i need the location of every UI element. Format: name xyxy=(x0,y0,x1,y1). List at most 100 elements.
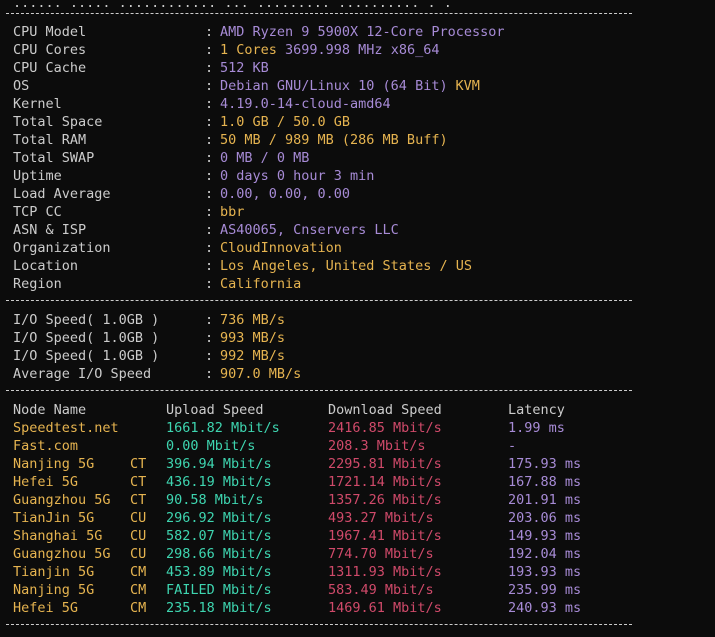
io-speed-value: 993 MB/s xyxy=(220,330,286,346)
system-info-label: Region xyxy=(13,276,62,292)
colon-separator: : xyxy=(205,168,214,184)
speedtest-isp: CU xyxy=(130,528,147,544)
speedtest-node-name: Shanghai 5G xyxy=(13,528,103,544)
colon-separator: : xyxy=(205,222,214,238)
system-info-value: California xyxy=(220,276,302,292)
system-info-value: 1 Cores 3699.998 MHz x86_64 xyxy=(220,42,440,58)
separator-line xyxy=(6,300,632,301)
io-speed-label: I/O Speed( 1.0GB ) xyxy=(13,312,160,328)
speedtest-node-name: Hefei 5G xyxy=(13,474,79,490)
header-download-speed: Download Speed xyxy=(328,402,442,418)
system-info-value: AS40065, Cnservers LLC xyxy=(220,222,399,238)
system-info-label: ASN & ISP xyxy=(13,222,87,238)
system-info-label: CPU Cache xyxy=(13,60,87,76)
colon-separator: : xyxy=(205,312,214,328)
speedtest-latency: 175.93 ms xyxy=(508,456,582,472)
speedtest-node-name: Nanjing 5G xyxy=(13,456,95,472)
speedtest-download: 1967.41 Mbit/s xyxy=(328,528,442,544)
io-speed-value: 992 MB/s xyxy=(220,348,286,364)
speedtest-node-name: Hefei 5G xyxy=(13,600,79,616)
top-partial-text: ...... ..... ............ ... ......... … xyxy=(13,0,452,11)
system-info-value: bbr xyxy=(220,204,245,220)
speedtest-latency: 192.04 ms xyxy=(508,546,582,562)
system-info-suffix: KVM xyxy=(455,78,480,94)
colon-separator: : xyxy=(205,60,214,76)
colon-separator: : xyxy=(205,132,214,148)
system-info-value: Los Angeles, United States / US xyxy=(220,258,472,274)
speedtest-node-name: Fast.com xyxy=(13,438,79,454)
system-info-label: Load Average xyxy=(13,186,111,202)
speedtest-isp: CT xyxy=(130,492,147,508)
speedtest-download: 774.70 Mbit/s xyxy=(328,546,434,562)
colon-separator: : xyxy=(205,348,214,364)
colon-separator: : xyxy=(205,276,214,292)
speedtest-node-name: Guangzhou 5G xyxy=(13,546,111,562)
system-info-value: 0 days 0 hour 3 min xyxy=(220,168,375,184)
speedtest-download: 493.27 Mbit/s xyxy=(328,510,434,526)
speedtest-node-name: Tianjin 5G xyxy=(13,564,95,580)
speedtest-download: 583.49 Mbit/s xyxy=(328,582,434,598)
speedtest-upload: 453.89 Mbit/s xyxy=(166,564,272,580)
speedtest-isp: CM xyxy=(130,564,147,580)
system-info-label: Kernel xyxy=(13,96,62,112)
system-info-value: 1.0 GB / 50.0 GB xyxy=(220,114,351,130)
colon-separator: : xyxy=(205,240,214,256)
speedtest-download: 208.3 Mbit/s xyxy=(328,438,426,454)
speedtest-upload: 1661.82 Mbit/s xyxy=(166,420,280,436)
system-info-value: Debian GNU/Linux 10 (64 Bit) xyxy=(220,78,448,94)
speedtest-upload: 0.00 Mbit/s xyxy=(166,438,256,454)
system-info-label: CPU Model xyxy=(13,24,87,40)
colon-separator: : xyxy=(205,330,214,346)
header-node-name: Node Name xyxy=(13,402,87,418)
io-speed-value: 736 MB/s xyxy=(220,312,286,328)
colon-separator: : xyxy=(205,186,214,202)
speedtest-download: 1311.93 Mbit/s xyxy=(328,564,442,580)
speedtest-node-name: Speedtest.net xyxy=(13,420,119,436)
speedtest-node-name: Guangzhou 5G xyxy=(13,492,111,508)
io-speed-label: I/O Speed( 1.0GB ) xyxy=(13,348,160,364)
speedtest-upload: FAILED Mbit/s xyxy=(166,582,272,598)
speedtest-upload: 235.18 Mbit/s xyxy=(166,600,272,616)
speedtest-isp: CU xyxy=(130,546,147,562)
system-info-label: Total SWAP xyxy=(13,150,95,166)
system-info-value: CloudInnovation xyxy=(220,240,342,256)
header-latency: Latency xyxy=(508,402,565,418)
system-info-label: CPU Cores xyxy=(13,42,87,58)
speedtest-upload: 296.92 Mbit/s xyxy=(166,510,272,526)
speedtest-download: 1357.26 Mbit/s xyxy=(328,492,442,508)
colon-separator: : xyxy=(205,24,214,40)
system-info-value: 0.00, 0.00, 0.00 xyxy=(220,186,351,202)
speedtest-isp: CM xyxy=(130,600,147,616)
system-info-value: 512 KB xyxy=(220,60,269,76)
colon-separator: : xyxy=(205,258,214,274)
colon-separator: : xyxy=(205,150,214,166)
system-info-value: 0 MB / 0 MB xyxy=(220,150,310,166)
system-info-label: Organization xyxy=(13,240,111,256)
speedtest-upload: 90.58 Mbit/s xyxy=(166,492,264,508)
system-info-value: AMD Ryzen 9 5900X 12-Core Processor xyxy=(220,24,505,40)
separator-line xyxy=(6,390,632,391)
speedtest-latency: 201.91 ms xyxy=(508,492,582,508)
speedtest-latency: 193.93 ms xyxy=(508,564,582,580)
speedtest-download: 1469.61 Mbit/s xyxy=(328,600,442,616)
speedtest-latency: 167.88 ms xyxy=(508,474,582,490)
system-info-label: Location xyxy=(13,258,79,274)
speedtest-node-name: Nanjing 5G xyxy=(13,582,95,598)
speedtest-header-row: Node Name Upload Speed Download Speed La… xyxy=(0,401,565,419)
separator-line xyxy=(6,624,632,625)
colon-separator: : xyxy=(205,96,214,112)
speedtest-latency: 1.99 ms xyxy=(508,420,565,436)
io-speed-label: I/O Speed( 1.0GB ) xyxy=(13,330,160,346)
system-info-value: 4.19.0-14-cloud-amd64 xyxy=(220,96,391,112)
speedtest-download: 1721.14 Mbit/s xyxy=(328,474,442,490)
system-info-label: OS xyxy=(13,78,30,94)
colon-separator: : xyxy=(205,78,214,94)
speedtest-download: 2295.81 Mbit/s xyxy=(328,456,442,472)
system-info-value: 50 MB / 989 MB (286 MB Buff) xyxy=(220,132,448,148)
speedtest-isp: CT xyxy=(130,474,147,490)
colon-separator: : xyxy=(205,366,214,382)
colon-separator: : xyxy=(205,204,214,220)
speedtest-isp: CU xyxy=(130,510,147,526)
speedtest-node-name: TianJin 5G xyxy=(13,510,95,526)
speedtest-latency: 203.06 ms xyxy=(508,510,582,526)
